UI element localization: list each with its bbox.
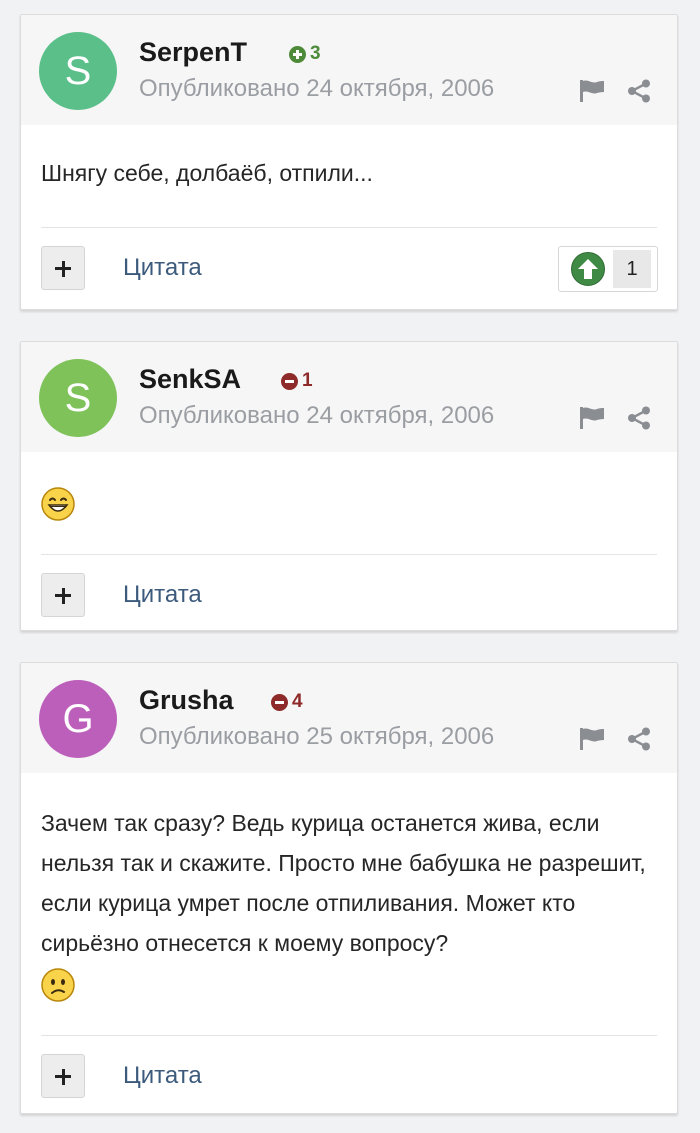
multiquote-button[interactable] bbox=[41, 573, 85, 617]
reputation-value: 1 bbox=[302, 370, 313, 391]
share-icon[interactable] bbox=[627, 727, 651, 751]
post: S SenkSA 1 Опубликовано 24 октября, 2006 bbox=[20, 341, 678, 631]
author-name[interactable]: SenkSA bbox=[139, 364, 241, 395]
plus-circle-icon bbox=[289, 45, 306, 63]
post-header: G Grusha 4 Опубликовано 25 октября, 2006 bbox=[21, 663, 677, 773]
reputation-badge: 3 bbox=[289, 43, 321, 65]
post: S SerpenT 3 Опубликовано 24 октября, 200… bbox=[20, 14, 678, 310]
avatar[interactable]: G bbox=[39, 680, 117, 758]
multiquote-button[interactable] bbox=[41, 1054, 85, 1098]
share-icon[interactable] bbox=[627, 79, 651, 103]
reputation-value: 3 bbox=[310, 43, 321, 64]
flag-icon[interactable] bbox=[579, 79, 605, 103]
avatar[interactable]: S bbox=[39, 359, 117, 437]
reputation-value: 4 bbox=[292, 691, 303, 712]
post-controls: Цитата bbox=[21, 555, 677, 635]
post-text: Зачем так сразу? Ведь курица останется ж… bbox=[41, 810, 646, 956]
flag-icon[interactable] bbox=[579, 406, 605, 430]
post-controls: Цитата 1 bbox=[21, 228, 677, 308]
post-content: Шнягу себе, долбаёб, отпили... bbox=[21, 125, 677, 227]
upvote-icon[interactable] bbox=[571, 252, 605, 286]
grin-emoji bbox=[41, 487, 75, 521]
post-date[interactable]: Опубликовано 25 октября, 2006 bbox=[139, 723, 494, 751]
reaction-button[interactable]: 1 bbox=[558, 246, 658, 292]
multiquote-button[interactable] bbox=[41, 246, 85, 290]
reaction-count: 1 bbox=[613, 250, 651, 288]
post-text: Шнягу себе, долбаёб, отпили... bbox=[41, 160, 373, 186]
author-name[interactable]: SerpenT bbox=[139, 37, 247, 68]
avatar[interactable]: S bbox=[39, 32, 117, 110]
flag-icon[interactable] bbox=[579, 727, 605, 751]
reputation-badge: 4 bbox=[271, 691, 303, 713]
post-controls: Цитата bbox=[21, 1036, 677, 1116]
post-date[interactable]: Опубликовано 24 октября, 2006 bbox=[139, 75, 494, 103]
sad-emoji bbox=[41, 968, 75, 1002]
post-content bbox=[21, 452, 677, 554]
quote-button[interactable]: Цитата bbox=[123, 581, 202, 609]
post-date[interactable]: Опубликовано 24 октября, 2006 bbox=[139, 402, 494, 430]
reputation-badge: 1 bbox=[281, 370, 313, 392]
minus-circle-icon bbox=[271, 693, 288, 711]
post-header: S SerpenT 3 Опубликовано 24 октября, 200… bbox=[21, 15, 677, 125]
quote-button[interactable]: Цитата bbox=[123, 1062, 202, 1090]
quote-button[interactable]: Цитата bbox=[123, 254, 202, 282]
post: G Grusha 4 Опубликовано 25 октября, 2006… bbox=[20, 662, 678, 1114]
post-content: Зачем так сразу? Ведь курица останется ж… bbox=[21, 773, 677, 1035]
minus-circle-icon bbox=[281, 372, 298, 390]
share-icon[interactable] bbox=[627, 406, 651, 430]
post-header: S SenkSA 1 Опубликовано 24 октября, 2006 bbox=[21, 342, 677, 452]
author-name[interactable]: Grusha bbox=[139, 685, 234, 716]
